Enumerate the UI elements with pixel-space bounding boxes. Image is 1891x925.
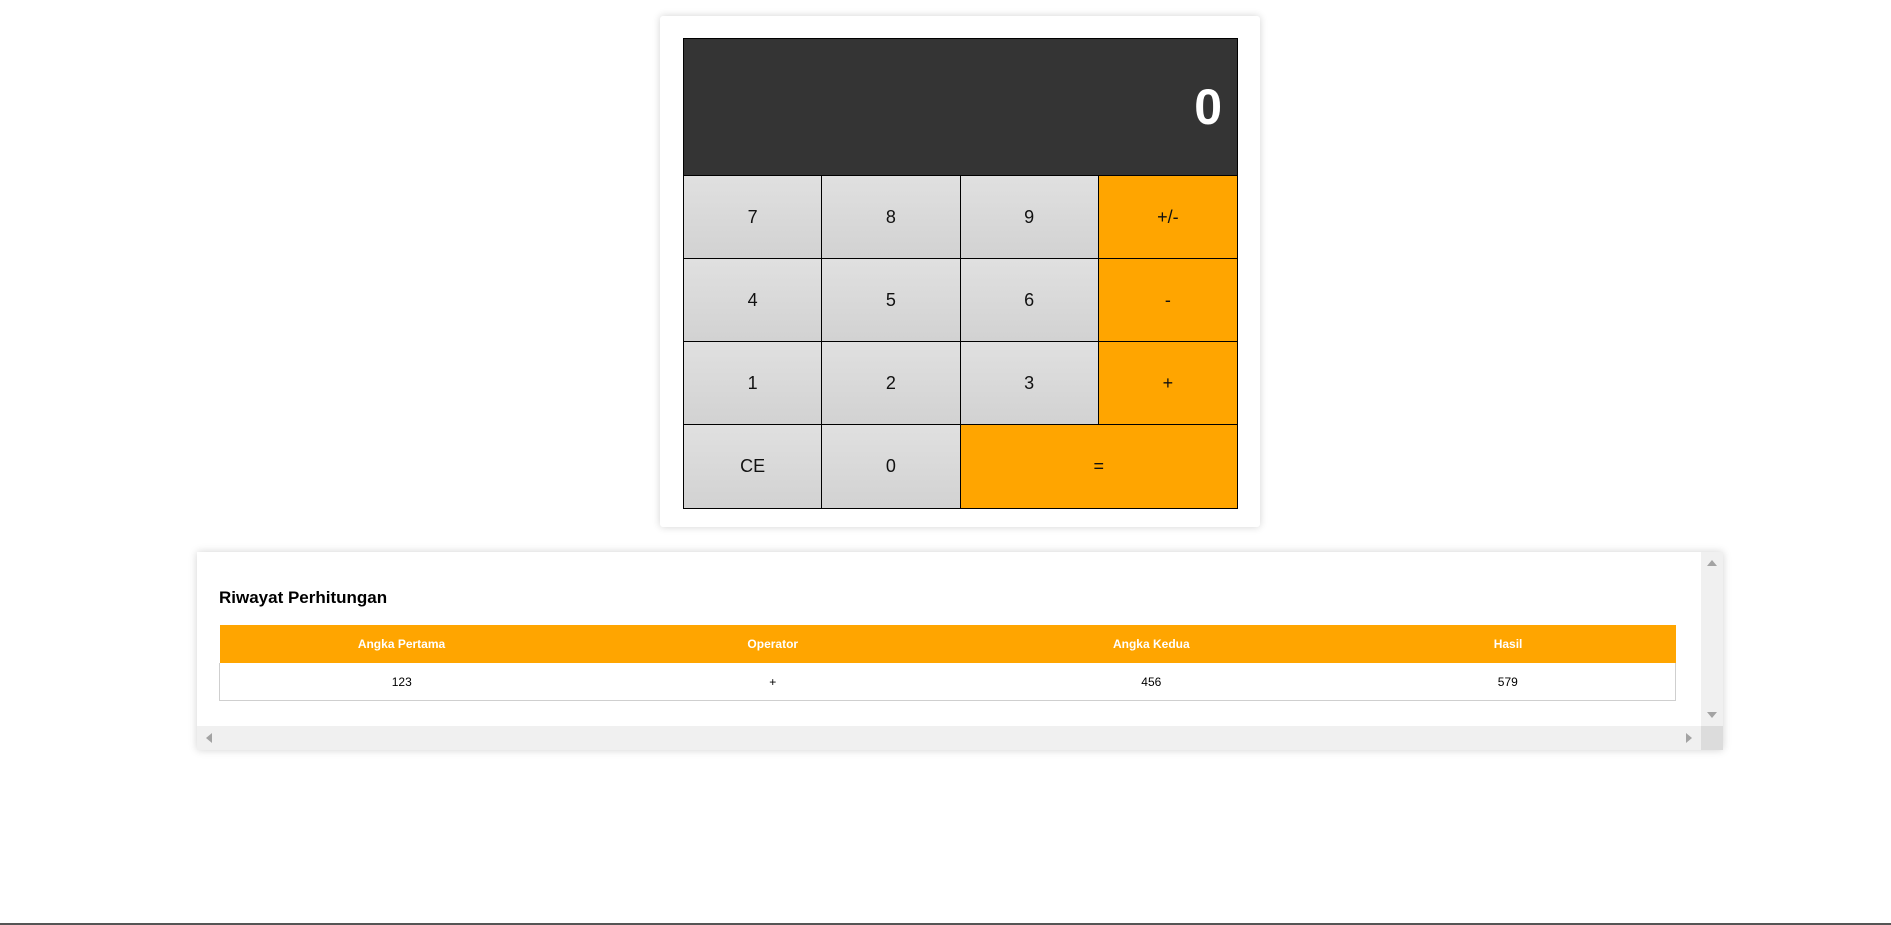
horizontal-scrollbar[interactable] — [197, 726, 1701, 750]
scroll-right-arrow-icon[interactable] — [1686, 733, 1692, 743]
table-row: 123 + 456 579 — [219, 663, 1676, 701]
history-title: Riwayat Perhitungan — [219, 588, 388, 607]
key-9[interactable]: 9 — [960, 176, 1099, 259]
calculator-card: 0 7 8 9 +/- 4 5 6 - 1 2 3 + CE 0 = — [660, 16, 1260, 527]
vertical-scrollbar[interactable] — [1701, 552, 1723, 726]
clear-entry-button[interactable]: CE — [684, 425, 823, 508]
history-header-row: Angka Pertama Operator Angka Kedua Hasil — [219, 625, 1676, 663]
key-0[interactable]: 0 — [822, 425, 961, 508]
key-7[interactable]: 7 — [684, 176, 823, 259]
cell-angka-kedua: 456 — [962, 663, 1341, 701]
calculator-display: 0 — [684, 39, 1237, 176]
key-3[interactable]: 3 — [960, 342, 1099, 425]
cell-hasil: 579 — [1340, 663, 1676, 701]
column-header-angka-pertama: Angka Pertama — [219, 625, 584, 663]
plus-button[interactable]: + — [1098, 342, 1237, 425]
equals-button[interactable]: = — [960, 425, 1237, 508]
key-5[interactable]: 5 — [822, 259, 961, 342]
column-header-operator: Operator — [583, 625, 963, 663]
key-4[interactable]: 4 — [684, 259, 823, 342]
column-header-angka-kedua: Angka Kedua — [962, 625, 1341, 663]
key-2[interactable]: 2 — [822, 342, 961, 425]
scrollbar-corner — [1701, 726, 1723, 750]
cell-angka-pertama: 123 — [219, 663, 584, 701]
key-6[interactable]: 6 — [960, 259, 1099, 342]
scroll-down-arrow-icon[interactable] — [1707, 712, 1717, 718]
history-scroll-area[interactable]: Riwayat Perhitungan Angka Pertama Operat… — [197, 552, 1701, 726]
key-1[interactable]: 1 — [684, 342, 823, 425]
scroll-up-arrow-icon[interactable] — [1707, 560, 1717, 566]
minus-button[interactable]: - — [1098, 259, 1237, 342]
page: 0 7 8 9 +/- 4 5 6 - 1 2 3 + CE 0 = Riway… — [0, 0, 1891, 925]
key-8[interactable]: 8 — [822, 176, 961, 259]
cell-operator: + — [583, 663, 963, 701]
plus-minus-button[interactable]: +/- — [1098, 176, 1237, 259]
history-panel: Riwayat Perhitungan Angka Pertama Operat… — [197, 552, 1723, 750]
calculator-grid: 0 7 8 9 +/- 4 5 6 - 1 2 3 + CE 0 = — [683, 38, 1238, 509]
scroll-left-arrow-icon[interactable] — [206, 733, 212, 743]
history-table: Angka Pertama Operator Angka Kedua Hasil… — [219, 625, 1676, 701]
column-header-hasil: Hasil — [1340, 625, 1676, 663]
